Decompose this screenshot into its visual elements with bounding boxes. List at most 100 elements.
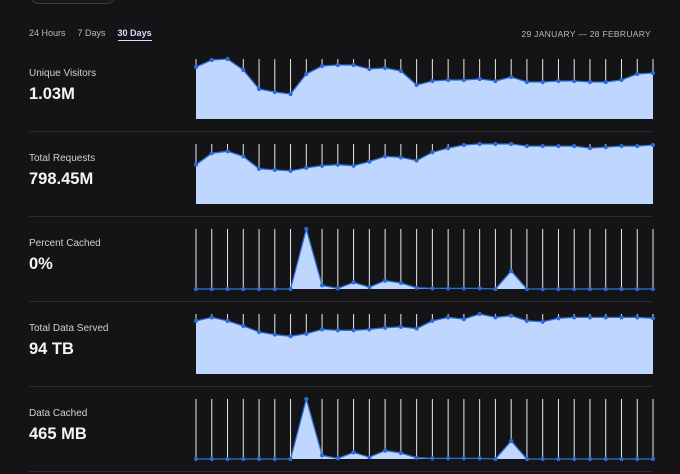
sparkline-point <box>414 82 419 88</box>
sparkline-point <box>414 285 419 290</box>
sparkline-point <box>493 286 498 292</box>
sparkline-point <box>256 286 262 292</box>
sparkline-point <box>572 78 577 84</box>
sparkline-point <box>351 280 356 285</box>
sparkline-point <box>335 328 340 333</box>
tab-24-hours[interactable]: 24 Hours <box>29 28 66 41</box>
date-range-label: 29 JANUARY — 28 FEBRUARY <box>521 29 651 39</box>
metric-label: Total Requests <box>29 153 96 164</box>
sparkline-point <box>193 162 199 167</box>
sparkline-point <box>650 456 656 462</box>
sparkline-point <box>225 456 230 462</box>
sparkline-point <box>414 326 419 331</box>
metric-label: Percent Cached <box>29 238 101 249</box>
sparkline-point <box>509 438 514 444</box>
metric-label: Unique Visitors <box>29 68 97 79</box>
sparkline-point <box>603 79 608 85</box>
sparkline-point <box>193 318 199 323</box>
sparkline-point <box>619 143 624 149</box>
metric-value: 94 TB <box>29 340 74 358</box>
sparkline-point <box>304 331 309 336</box>
metric-row-total-requests: Total Requests 798.45M <box>29 132 656 217</box>
sparkline-point <box>241 323 246 329</box>
sparkline-point <box>572 315 577 320</box>
sparkline-point <box>587 456 593 462</box>
sparkline-percent-cached[interactable] <box>193 217 656 302</box>
sparkline-point <box>603 286 608 292</box>
sparkline-point <box>272 332 277 337</box>
sparkline-point <box>461 456 466 461</box>
sparkline-point <box>619 456 624 462</box>
sparkline-point <box>398 155 403 160</box>
sparkline-point <box>650 316 656 321</box>
sparkline-point <box>319 453 325 458</box>
sparkline-point <box>524 143 530 149</box>
sparkline-point <box>272 286 277 292</box>
sparkline-point <box>256 329 262 335</box>
sparkline-point <box>619 77 624 83</box>
sparkline-point <box>540 286 545 292</box>
tab-30-days[interactable]: 30 Days <box>117 28 152 41</box>
sparkline-point <box>367 327 372 332</box>
sparkline-point <box>587 79 593 85</box>
sparkline-point <box>635 286 640 292</box>
tab-7-days[interactable]: 7 Days <box>78 28 106 41</box>
sparkline-point <box>509 268 514 274</box>
sparkline-point <box>304 226 309 232</box>
sparkline-point <box>446 315 451 320</box>
sparkline-point <box>650 142 656 148</box>
sparkline-point <box>241 67 246 73</box>
sparkline-point <box>288 168 293 173</box>
sparkline-area <box>196 229 653 289</box>
sparkline-point <box>225 149 230 154</box>
sparkline-point <box>477 141 482 147</box>
sparkline-point <box>304 71 309 77</box>
sparkline-point <box>461 142 466 148</box>
sparkline-point <box>477 311 482 317</box>
sparkline-point <box>430 78 435 84</box>
sparkline-point <box>398 324 403 329</box>
sparkline-point <box>430 456 435 461</box>
sparkline-point <box>461 317 466 322</box>
sparkline-point <box>524 286 530 292</box>
sparkline-point <box>556 456 561 462</box>
sparkline-point <box>619 315 624 320</box>
sparkline-point <box>540 143 545 149</box>
sparkline-point <box>446 286 451 291</box>
top-selector-pill[interactable] <box>30 0 116 4</box>
sparkline-point <box>398 450 403 456</box>
sparkline-point <box>540 456 545 462</box>
sparkline-unique-visitors[interactable] <box>193 47 656 132</box>
sparkline-point <box>446 146 451 151</box>
sparkline-point <box>414 455 419 460</box>
sparkline-point <box>383 154 388 159</box>
sparkline-point <box>351 62 356 68</box>
sparkline-area <box>196 59 653 119</box>
sparkline-point <box>225 318 230 323</box>
sparkline-point <box>509 141 514 147</box>
sparkline-line <box>196 226 653 290</box>
metric-row-unique-visitors: Unique Visitors 1.03M <box>29 47 656 132</box>
sparkline-total-data-served[interactable] <box>193 302 656 387</box>
sparkline-point <box>319 327 325 332</box>
sparkline-point <box>209 57 214 63</box>
sparkline-line <box>196 396 653 460</box>
sparkline-point <box>256 86 262 92</box>
sparkline-point <box>430 318 435 323</box>
sparkline-point <box>193 286 199 292</box>
sparkline-point <box>256 166 262 171</box>
sparkline-point <box>540 319 545 324</box>
sparkline-total-requests[interactable] <box>193 132 656 217</box>
sparkline-data-cached[interactable] <box>193 387 656 472</box>
sparkline-point <box>509 313 514 318</box>
sparkline-point <box>524 456 530 462</box>
sparkline-point <box>603 456 608 462</box>
sparkline-point <box>335 456 340 461</box>
sparkline-point <box>446 456 451 461</box>
sparkline-point <box>635 315 640 320</box>
sparkline-point <box>256 456 262 462</box>
metric-value: 0% <box>29 255 53 273</box>
sparkline-point <box>635 456 640 462</box>
sparkline-point <box>272 89 277 95</box>
sparkline-point <box>351 328 356 333</box>
